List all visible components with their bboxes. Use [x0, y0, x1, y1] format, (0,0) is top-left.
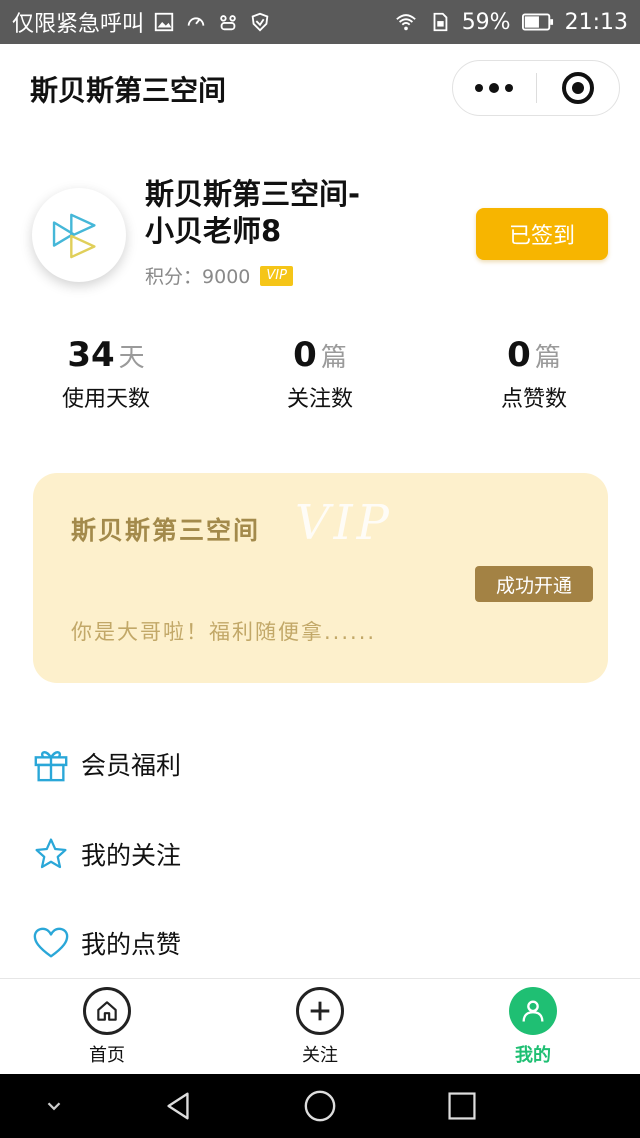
tab-home[interactable]: 首页: [47, 987, 167, 1067]
image-icon: [152, 10, 176, 34]
more-dot-icon: [505, 84, 514, 92]
stat-follows[interactable]: 0篇 关注数: [220, 335, 420, 413]
carrier-text: 仅限紧急呼叫: [12, 12, 145, 37]
clock-time: 21:13: [564, 9, 628, 35]
speed-icon: [184, 10, 208, 34]
menu-item-my-follows[interactable]: 我的关注: [30, 824, 610, 884]
system-nav-bar: [0, 1074, 640, 1138]
tab-label: 我的: [515, 1045, 551, 1066]
paw-icon: [216, 10, 240, 34]
more-dot-icon: [475, 84, 484, 92]
miniprogram-capsule: [452, 60, 620, 116]
gift-icon: [30, 743, 72, 785]
points-row: 积分：9000 VIP: [145, 262, 293, 289]
stat-label: 使用天数: [61, 387, 150, 412]
page-title: 斯贝斯第三空间: [30, 74, 227, 107]
user-icon: [509, 987, 557, 1035]
stats-row: 34 天 使用天数 0篇 关注数 0篇 点赞数: [0, 335, 640, 425]
more-dot-icon: [489, 83, 500, 93]
vip-watermark: VIP: [295, 495, 393, 551]
wifi-icon: [394, 10, 418, 34]
stat-value: 0: [507, 335, 531, 375]
menu-label: 我的点赞: [81, 930, 182, 959]
tab-mine[interactable]: 我的: [473, 987, 593, 1067]
battery-icon: [521, 10, 555, 34]
star-icon: [30, 833, 72, 875]
points-value: 9000: [202, 266, 251, 288]
checkin-button[interactable]: 已签到: [476, 208, 608, 260]
stat-usage-days[interactable]: 34 天 使用天数: [6, 335, 206, 413]
tab-label: 首页: [89, 1045, 125, 1066]
plus-icon: [296, 987, 344, 1035]
recents-icon[interactable]: [442, 1086, 482, 1126]
menu-label: 我的关注: [81, 841, 182, 870]
stat-unit: 篇: [534, 343, 561, 373]
stat-unit: 篇: [320, 343, 347, 373]
vip-card[interactable]: VIP 斯贝斯第三空间 成功开通 你是大哥啦！福利随便拿......: [33, 473, 608, 683]
stat-label: 关注数: [286, 387, 353, 412]
vip-status-button[interactable]: 成功开通: [475, 566, 593, 602]
bottom-tab-bar: 首页 关注 我的: [0, 978, 640, 1074]
title-bar: 斯贝斯第三空间: [0, 44, 640, 134]
menu-item-member-benefits[interactable]: 会员福利: [30, 734, 610, 794]
target-icon: [561, 72, 594, 104]
shield-icon: [248, 10, 272, 34]
user-name: 斯贝斯第三空间-小贝老师8: [145, 177, 361, 248]
more-button[interactable]: [453, 61, 536, 115]
avatar[interactable]: [32, 188, 126, 282]
home-icon: [83, 987, 131, 1035]
stat-unit: 天: [118, 343, 145, 373]
back-icon[interactable]: [158, 1086, 198, 1126]
stat-value: 0: [293, 335, 317, 375]
chevron-down-icon[interactable]: [34, 1086, 74, 1126]
stat-label: 点赞数: [500, 387, 567, 412]
points-label: 积分：: [145, 266, 203, 288]
menu-label: 会员福利: [81, 751, 182, 780]
vip-slogan: 你是大哥啦！福利随便拿......: [71, 620, 377, 644]
stat-likes[interactable]: 0篇 点赞数: [434, 335, 634, 413]
stat-value: 34: [67, 335, 115, 375]
menu-item-my-likes[interactable]: 我的点赞: [30, 913, 610, 973]
vip-card-title: 斯贝斯第三空间: [71, 516, 261, 545]
sim-icon: [428, 10, 452, 34]
tab-follow[interactable]: 关注: [260, 987, 380, 1067]
heart-icon: [30, 922, 72, 964]
status-bar: 仅限紧急呼叫 59% 21:13: [0, 0, 640, 44]
vip-badge: VIP: [260, 265, 293, 286]
tab-label: 关注: [302, 1045, 338, 1066]
close-button[interactable]: [537, 61, 620, 115]
home-circle-icon[interactable]: [300, 1086, 340, 1126]
logo-icon: [52, 213, 96, 259]
battery-percent: 59%: [461, 9, 511, 35]
